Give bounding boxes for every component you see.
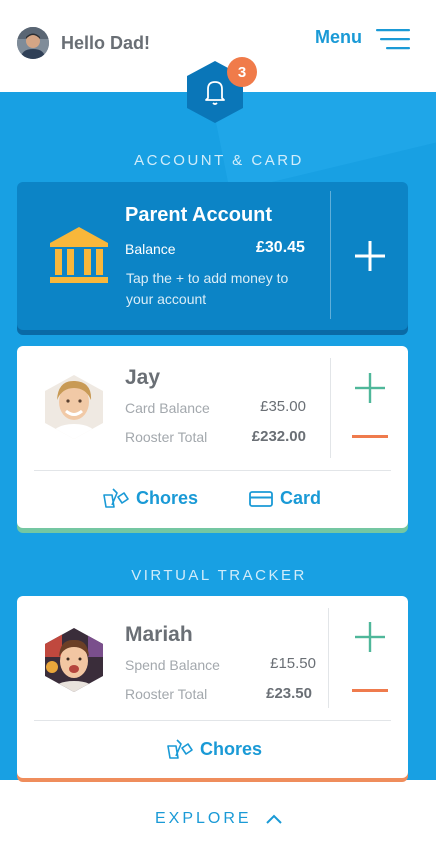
mariah-card-divider — [328, 608, 329, 708]
jay-add-button[interactable] — [354, 372, 386, 404]
jay-remove-button[interactable] — [352, 435, 388, 438]
notification-count-badge: 3 — [227, 57, 257, 87]
child-photo-mariah — [45, 628, 103, 692]
mariah-add-button[interactable] — [354, 621, 386, 653]
mariah-actions-divider — [34, 720, 391, 721]
parent-balance-label: Balance — [125, 241, 176, 257]
jay-rooster-total-value: £232.00 — [251, 428, 306, 445]
jay-card-divider — [330, 358, 331, 458]
menu-label[interactable]: Menu — [315, 27, 362, 48]
parent-card-divider — [330, 191, 331, 319]
parent-balance-value: £30.45 — [256, 239, 305, 256]
mariah-spend-balance-label: Spend Balance — [125, 657, 220, 673]
jay-card-button[interactable]: Card — [248, 488, 321, 509]
section-title-account-card: ACCOUNT & CARD — [134, 152, 304, 169]
bank-icon — [50, 227, 108, 283]
jay-actions-divider — [34, 470, 391, 471]
mariah-remove-button[interactable] — [352, 689, 388, 692]
mariah-rooster-total-label: Rooster Total — [125, 686, 208, 702]
jay-card-label: Card — [280, 488, 322, 508]
greeting-text: Hello Dad! — [61, 33, 151, 53]
section-title-virtual-tracker: VIRTUAL TRACKER — [131, 567, 307, 584]
jay-card-balance-value: £35.00 — [260, 398, 306, 415]
jay-rooster-total-label: Rooster Total — [125, 429, 208, 445]
chores-icon — [103, 488, 129, 508]
user-avatar[interactable] — [17, 27, 49, 59]
hamburger-icon[interactable] — [376, 28, 410, 50]
explore-label: EXPLORE — [154, 810, 252, 827]
jay-chores-button[interactable]: Chores — [102, 487, 198, 509]
explore-button[interactable]: EXPLORE — [0, 810, 438, 828]
chores-icon — [167, 739, 193, 759]
child-name-jay: Jay — [125, 366, 161, 389]
child-photo-jay — [45, 375, 103, 439]
jay-chores-label: Chores — [136, 487, 199, 508]
add-money-parent-button[interactable] — [354, 240, 386, 272]
mariah-chores-button[interactable]: Chores — [166, 738, 262, 760]
parent-account-title: Parent Account — [125, 204, 273, 226]
mariah-chores-label: Chores — [200, 738, 263, 759]
jay-card-balance-label: Card Balance — [125, 400, 210, 416]
mariah-spend-balance-value: £15.50 — [270, 655, 316, 672]
child-name-mariah: Mariah — [125, 623, 193, 646]
chevron-up-icon — [266, 814, 282, 824]
mariah-rooster-total-value: £23.50 — [266, 685, 312, 702]
card-icon — [249, 490, 273, 507]
parent-add-money-hint: Tap the + to add money to your account — [126, 270, 289, 307]
